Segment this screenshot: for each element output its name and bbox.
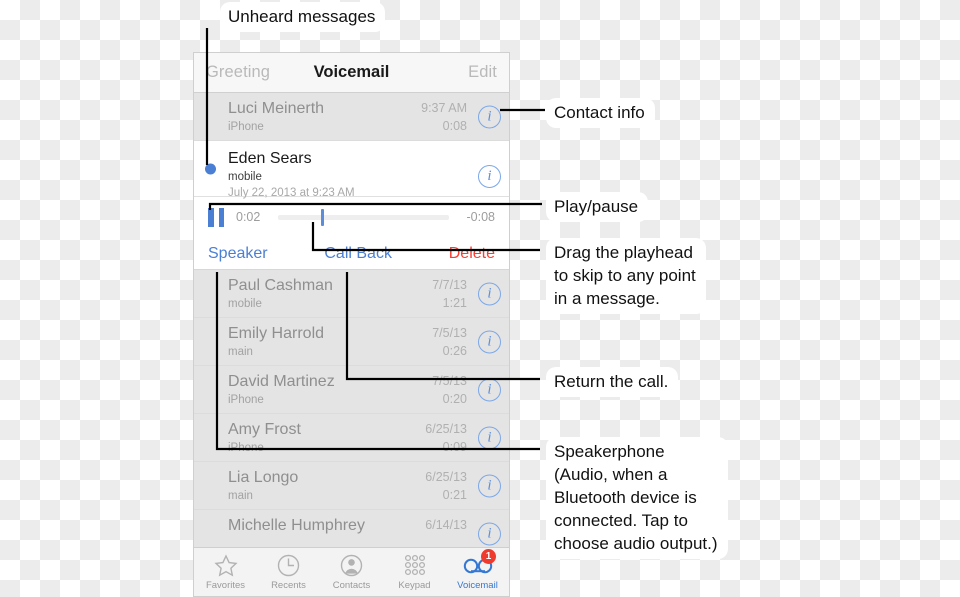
info-icon[interactable]: i: [478, 165, 501, 188]
info-icon[interactable]: i: [478, 378, 501, 401]
info-icon[interactable]: i: [478, 426, 501, 449]
tab-keypad[interactable]: Keypad: [383, 548, 446, 596]
voicemail-row-eden-sears[interactable]: Eden Sears mobile July 22, 2013 at 9:23 …: [194, 141, 509, 199]
voicemail-meta: 7/5/13 0:20: [432, 372, 467, 408]
callout-play-pause: Play/pause: [546, 192, 649, 222]
voicemail-duration: 0:26: [442, 344, 467, 358]
remaining-time: -0:08: [466, 210, 496, 224]
voicemail-meta: 6/14/13: [425, 516, 467, 534]
voicemail-player: 0:02 -0:08: [194, 197, 509, 238]
person-icon: [340, 554, 363, 578]
voicemail-date: 7/5/13: [432, 374, 467, 388]
voicemail-row-lia-longo[interactable]: Lia Longo main 6/25/13 0:21 i: [194, 462, 509, 510]
voicemail-list: Luci Meinerth iPhone 9:37 AM 0:08 i Eden…: [194, 93, 509, 558]
voicemail-meta: 9:37 AM 0:08: [421, 99, 467, 135]
speaker-button[interactable]: Speaker: [208, 245, 268, 263]
pause-icon[interactable]: [208, 207, 224, 227]
tab-label: Voicemail: [457, 579, 498, 591]
tab-contacts[interactable]: Contacts: [320, 548, 383, 596]
screenshot-root: Unheard messages Contact info Play/pause…: [0, 0, 960, 597]
voicemail-meta: 6/25/13 0:09: [425, 420, 467, 456]
voicemail-caller-line: mobile: [228, 171, 262, 183]
voicemail-row-david-martinez[interactable]: David Martinez iPhone 7/5/13 0:20 i: [194, 366, 509, 414]
voicemail-date: 6/25/13: [425, 422, 467, 436]
elapsed-time: 0:02: [236, 210, 261, 224]
voicemail-meta: 6/25/13 0:21: [425, 468, 467, 504]
info-icon[interactable]: i: [478, 282, 501, 305]
voicemail-row-luci-meinerth[interactable]: Luci Meinerth iPhone 9:37 AM 0:08 i: [194, 93, 509, 141]
tab-label: Contacts: [332, 579, 371, 591]
unread-badge: 1: [481, 549, 496, 564]
star-icon: [213, 554, 238, 578]
voicemail-duration: 0:20: [442, 392, 467, 406]
voicemail-action-bar: Speaker Call Back Delete: [194, 238, 509, 270]
callout-return-the-call: Return the call.: [546, 367, 679, 397]
edit-button[interactable]: Edit: [468, 63, 497, 82]
callout-unheard-messages: Unheard messages: [220, 2, 386, 32]
playhead-handle[interactable]: [320, 208, 324, 226]
voicemail-caller-name: Eden Sears: [228, 150, 312, 167]
voicemail-date: 9:37 AM: [421, 101, 467, 115]
tab-recents[interactable]: Recents: [257, 548, 320, 596]
info-icon[interactable]: i: [478, 522, 501, 545]
voicemail-timestamp: July 22, 2013 at 9:23 AM: [228, 187, 355, 199]
info-icon[interactable]: i: [478, 474, 501, 497]
voicemail-duration: 0:09: [442, 440, 467, 454]
unread-indicator-dot: [205, 163, 216, 174]
tab-favorites[interactable]: Favorites: [194, 548, 257, 596]
voicemail-row-paul-cashman[interactable]: Paul Cashman mobile 7/7/13 1:21 i: [194, 270, 509, 318]
clock-icon: [277, 554, 300, 578]
voicemail-date: 7/7/13: [432, 278, 467, 292]
voicemail-meta: 7/5/13 0:26: [432, 324, 467, 360]
callout-contact-info: Contact info: [546, 98, 655, 128]
tab-label: Keypad: [398, 579, 431, 591]
navigation-bar: Greeting Voicemail Edit: [194, 53, 509, 93]
voicemail-row-amy-frost[interactable]: Amy Frost iPhone 6/25/13 0:09 i: [194, 414, 509, 462]
scrubber-track[interactable]: [278, 208, 449, 226]
info-icon[interactable]: i: [478, 105, 501, 128]
greeting-button[interactable]: Greeting: [206, 63, 270, 82]
iphone-voicemail-screen: Greeting Voicemail Edit Luci Meinerth iP…: [193, 52, 510, 597]
voicemail-row-emily-harrold[interactable]: Emily Harrold main 7/5/13 0:26 i: [194, 318, 509, 366]
delete-button[interactable]: Delete: [449, 245, 495, 263]
voicemail-date: 7/5/13: [432, 326, 467, 340]
voicemail-duration: 0:08: [442, 119, 467, 133]
tab-label: Favorites: [205, 579, 246, 591]
voicemail-date: 6/25/13: [425, 470, 467, 484]
voicemail-duration: 0:21: [442, 488, 467, 502]
callout-speakerphone: Speakerphone (Audio, when a Bluetooth de…: [546, 437, 728, 559]
info-icon[interactable]: i: [478, 330, 501, 353]
tab-bar: Favorites Recents Contacts Keypad 1 Voic…: [194, 547, 509, 596]
voicemail-date: 6/14/13: [425, 518, 467, 532]
callout-drag-playhead: Drag the playhead to skip to any point i…: [546, 238, 706, 314]
tab-label: Recents: [271, 579, 306, 591]
voicemail-duration: 1:21: [442, 296, 467, 310]
keypad-icon: [403, 554, 427, 578]
tab-voicemail[interactable]: 1 Voicemail: [446, 548, 509, 596]
call-back-button[interactable]: Call Back: [324, 245, 392, 263]
voicemail-meta: 7/7/13 1:21: [432, 276, 467, 312]
